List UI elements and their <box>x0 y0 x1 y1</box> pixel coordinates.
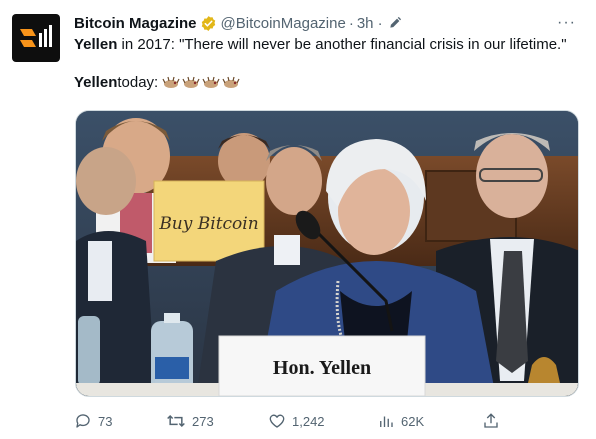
nameplate-text: Hon. Yellen <box>273 357 371 379</box>
views-button[interactable]: 62K <box>377 412 424 430</box>
account-name[interactable]: Bitcoin Magazine <box>74 15 197 32</box>
tweet-media-photo[interactable]: Buy Bitcoin Hon. Yellen <box>75 110 579 397</box>
tweet-text-quote: in 2017: "There will never be another fi… <box>117 36 567 53</box>
tweet-text-today: today: <box>117 74 159 91</box>
tweet-actions-bar: 73 273 1,242 62K <box>74 409 504 433</box>
view-count: 62K <box>401 413 425 429</box>
verified-badge-icon[interactable] <box>200 15 217 32</box>
share-button[interactable] <box>482 412 500 430</box>
reply-icon <box>76 414 90 428</box>
mention-yellen-2: Yellen <box>74 74 118 91</box>
like-button[interactable]: 1,242 <box>268 412 325 430</box>
edited-pencil-icon[interactable] <box>388 16 402 30</box>
tweet-timestamp[interactable]: 3h · <box>357 15 383 32</box>
share-icon <box>484 413 498 428</box>
retweet-icon <box>167 414 185 428</box>
clown-icon <box>202 76 220 88</box>
buy-bitcoin-sign: Buy Bitcoin <box>158 214 258 234</box>
bitcoin-magazine-logo-icon <box>20 25 52 47</box>
more-options-icon[interactable]: ··· <box>557 12 576 34</box>
tweet-header: Bitcoin Magazine @BitcoinMagazine · 3h ·… <box>74 12 582 34</box>
heart-icon <box>269 414 285 428</box>
tweet-text-line-1: Yellen in 2017: "There will never be ano… <box>74 35 582 55</box>
mention-yellen-1: Yellen <box>74 36 118 53</box>
reply-button[interactable]: 73 <box>74 412 112 430</box>
retweet-button[interactable]: 273 <box>166 412 214 430</box>
retweet-count: 273 <box>192 413 214 429</box>
clown-emoji-group <box>162 76 240 90</box>
like-count: 1,242 <box>292 413 325 429</box>
account-handle[interactable]: @BitcoinMagazine <box>221 15 346 32</box>
tweet-text-line-2: Yellen today: <box>74 73 582 93</box>
reply-count: 73 <box>98 413 113 429</box>
views-bar-chart-icon <box>380 416 393 427</box>
clown-icon <box>162 76 180 88</box>
avatar[interactable] <box>12 14 60 62</box>
tweet-card[interactable]: Bitcoin Magazine @BitcoinMagazine · 3h ·… <box>0 0 596 439</box>
clown-icon <box>222 76 240 88</box>
separator-dot: · <box>348 14 354 32</box>
tweet-body: Bitcoin Magazine @BitcoinMagazine · 3h ·… <box>74 12 582 93</box>
clown-icon <box>182 76 200 88</box>
